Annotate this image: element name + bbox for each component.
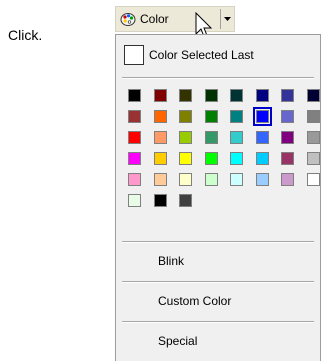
menu-item-blink[interactable]: Blink bbox=[116, 249, 320, 273]
color-toolbar-button-group: Color bbox=[115, 6, 235, 32]
color-swatch[interactable] bbox=[153, 173, 167, 186]
color-swatch[interactable] bbox=[153, 131, 167, 144]
color-swatch[interactable] bbox=[128, 173, 141, 186]
color-swatch[interactable] bbox=[204, 173, 218, 186]
color-swatch[interactable] bbox=[306, 89, 320, 102]
color-swatch[interactable] bbox=[153, 152, 167, 165]
menu-item-custom-color[interactable]: Custom Color bbox=[116, 289, 320, 313]
menu-separator bbox=[122, 321, 314, 323]
color-swatch[interactable] bbox=[153, 89, 167, 102]
color-swatch[interactable] bbox=[179, 152, 192, 165]
color-swatch[interactable] bbox=[230, 173, 243, 186]
dropdown-arrow-button[interactable] bbox=[221, 7, 234, 31]
palette-icon bbox=[120, 13, 136, 26]
color-swatch[interactable] bbox=[204, 89, 218, 102]
color-swatch[interactable] bbox=[281, 89, 294, 102]
color-swatch[interactable] bbox=[230, 131, 243, 144]
color-swatch[interactable] bbox=[230, 110, 243, 123]
color-swatch[interactable] bbox=[230, 152, 243, 165]
color-swatch[interactable] bbox=[281, 110, 294, 123]
color-selected-last-label: Color Selected Last bbox=[149, 48, 254, 62]
menu-separator bbox=[122, 241, 314, 243]
color-swatch[interactable] bbox=[281, 131, 294, 144]
color-swatch[interactable] bbox=[281, 152, 294, 165]
color-swatch[interactable] bbox=[128, 131, 141, 144]
color-swatch[interactable] bbox=[230, 89, 243, 102]
last-color-swatch bbox=[124, 45, 144, 65]
color-swatch[interactable] bbox=[306, 110, 320, 123]
menu-separator bbox=[122, 281, 314, 283]
color-swatch[interactable] bbox=[179, 131, 192, 144]
color-swatch[interactable] bbox=[179, 194, 192, 207]
color-swatch[interactable] bbox=[255, 131, 269, 144]
color-swatch[interactable] bbox=[153, 110, 167, 123]
instruction-text: Click. bbox=[8, 27, 43, 43]
dropdown-arrow-icon bbox=[224, 17, 231, 21]
color-swatch[interactable] bbox=[179, 89, 192, 102]
menu-item-special[interactable]: Special bbox=[116, 329, 320, 353]
color-swatch[interactable] bbox=[306, 131, 320, 144]
color-dropdown-menu: Color Selected Last Blink Custom Color S… bbox=[115, 34, 321, 361]
color-swatch[interactable] bbox=[128, 89, 141, 102]
color-swatch[interactable] bbox=[128, 110, 141, 123]
menu-separator bbox=[122, 77, 314, 79]
color-button-label: Color bbox=[140, 12, 169, 26]
color-swatch[interactable] bbox=[179, 173, 192, 186]
color-swatch[interactable] bbox=[306, 173, 320, 186]
color-swatch[interactable] bbox=[128, 194, 141, 207]
color-swatch[interactable] bbox=[281, 173, 294, 186]
color-swatch[interactable] bbox=[204, 152, 218, 165]
color-swatch[interactable] bbox=[255, 173, 269, 186]
color-swatch[interactable] bbox=[204, 131, 218, 144]
color-selected-last-item[interactable]: Color Selected Last bbox=[124, 45, 254, 65]
color-swatch[interactable] bbox=[128, 152, 141, 165]
color-swatch[interactable] bbox=[255, 89, 269, 102]
color-swatch[interactable] bbox=[255, 152, 269, 165]
color-swatch[interactable] bbox=[306, 152, 320, 165]
color-swatch[interactable] bbox=[252, 107, 272, 126]
color-swatch[interactable] bbox=[179, 110, 192, 123]
color-swatch[interactable] bbox=[204, 110, 218, 123]
color-swatch[interactable] bbox=[153, 194, 167, 207]
